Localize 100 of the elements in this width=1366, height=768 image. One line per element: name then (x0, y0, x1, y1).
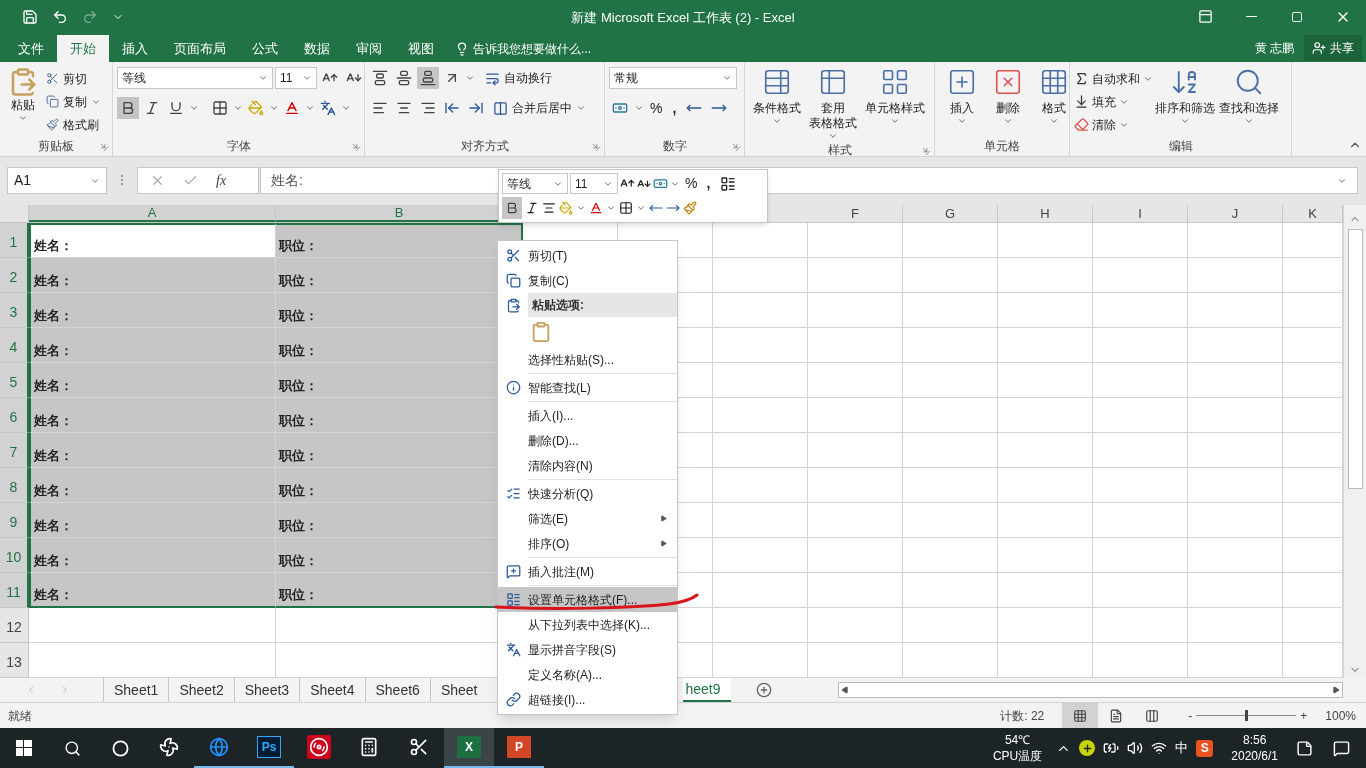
table-cell[interactable] (808, 398, 903, 433)
taskbar-app[interactable]: Ps (244, 728, 294, 768)
security-tray-icon[interactable] (1079, 740, 1096, 756)
table-cell[interactable] (1188, 538, 1283, 573)
row-header[interactable]: 13 (0, 643, 29, 678)
font-size-select[interactable]: 11 (570, 173, 618, 194)
undo-icon[interactable] (52, 8, 68, 25)
table-cell[interactable]: 姓名： (29, 293, 276, 328)
menu-item[interactable]: 定义名称(A)... (498, 662, 677, 687)
menu-item[interactable]: 显示拼音字段(S) (498, 637, 677, 662)
table-cell[interactable] (713, 398, 808, 433)
battery-icon[interactable] (1103, 740, 1120, 756)
clipboard-button[interactable]: 复制 (46, 91, 101, 112)
notes-icon[interactable] (1296, 739, 1313, 757)
view-button[interactable] (1062, 703, 1099, 728)
name-box[interactable]: A1 (7, 167, 107, 194)
table-cell[interactable]: 姓名： (29, 363, 276, 398)
table-cell[interactable] (998, 223, 1093, 258)
format-table-icon[interactable] (720, 175, 737, 192)
table-cell[interactable] (903, 223, 998, 258)
table-cell[interactable] (1188, 363, 1283, 398)
sheet-tab[interactable]: Sheet2 (168, 678, 234, 702)
table-cell[interactable] (713, 468, 808, 503)
table-cell[interactable] (998, 608, 1093, 643)
align-icon[interactable] (542, 201, 556, 215)
merge-center-button[interactable]: 合并后居中 (493, 97, 586, 119)
row-header[interactable]: 4 (0, 328, 29, 363)
table-cell[interactable] (903, 258, 998, 293)
column-header[interactable]: F (808, 205, 903, 222)
table-cell[interactable]: 职位： (276, 223, 523, 258)
table-cell[interactable]: 姓名： (29, 398, 276, 433)
table-cell[interactable] (713, 258, 808, 293)
taskbar-app[interactable]: X (444, 728, 494, 768)
table-cell[interactable] (808, 468, 903, 503)
table-cell[interactable] (808, 258, 903, 293)
table-cell[interactable] (998, 398, 1093, 433)
row-header[interactable]: 5 (0, 363, 29, 398)
row-header[interactable]: 6 (0, 398, 29, 433)
table-cell[interactable] (713, 293, 808, 328)
table-cell[interactable] (1093, 363, 1188, 398)
table-cell[interactable]: 姓名： (29, 538, 276, 573)
sheet-tab[interactable]: Sheet3 (233, 678, 300, 702)
table-cell[interactable] (713, 608, 808, 643)
table-cell[interactable] (903, 293, 998, 328)
clipboard-button[interactable]: 格式刷 (46, 114, 101, 135)
table-cell[interactable] (808, 433, 903, 468)
zoom-out-button[interactable]: - (1184, 706, 1197, 725)
table-cell[interactable] (1093, 258, 1188, 293)
ime-app-icon[interactable]: S (1196, 739, 1214, 757)
column-header[interactable]: I (1093, 205, 1188, 222)
table-cell[interactable] (903, 573, 998, 608)
sheet-tab[interactable]: heet9 (683, 678, 731, 702)
comma-button[interactable]: , (668, 97, 681, 119)
ribbon-tab[interactable]: 插入 (109, 35, 161, 62)
table-cell[interactable] (1093, 468, 1188, 503)
notification-icon[interactable] (1333, 739, 1350, 757)
currency-icon[interactable] (653, 176, 668, 191)
menu-item[interactable]: 从下拉列表中选择(K)... (498, 612, 677, 637)
table-cell[interactable] (903, 468, 998, 503)
save-icon[interactable] (22, 8, 38, 25)
menu-item[interactable]: 超链接(I)... (498, 687, 677, 712)
table-cell[interactable]: 姓名： (29, 328, 276, 363)
table-cell[interactable] (1188, 223, 1283, 258)
table-cell[interactable] (713, 433, 808, 468)
sheet-tab[interactable]: Sheet6 (364, 678, 430, 702)
table-cell[interactable] (808, 608, 903, 643)
zoom-thumb[interactable] (1245, 710, 1249, 721)
scrollbar-thumb[interactable] (1347, 229, 1363, 489)
format-painter-icon[interactable] (683, 201, 697, 215)
table-cell[interactable] (1188, 328, 1283, 363)
table-cell[interactable] (713, 573, 808, 608)
editing-button[interactable]: 查找和选择 (1217, 67, 1281, 126)
italic-icon[interactable] (525, 201, 539, 215)
table-cell[interactable] (808, 573, 903, 608)
table-cell[interactable] (1188, 573, 1283, 608)
column-header[interactable]: A (29, 205, 276, 222)
table-cell[interactable] (713, 328, 808, 363)
bold-button[interactable] (117, 97, 139, 119)
volume-icon[interactable] (1127, 740, 1144, 756)
row-header[interactable]: 9 (0, 503, 29, 538)
style-button[interactable]: 单元格样式 (861, 67, 929, 126)
horizontal-scrollbar[interactable] (838, 682, 1343, 698)
table-cell[interactable] (1188, 468, 1283, 503)
style-button[interactable]: 条件格式 (749, 67, 805, 126)
table-cell[interactable] (1093, 398, 1188, 433)
cancel-icon[interactable] (150, 173, 165, 188)
table-cell[interactable] (1188, 258, 1283, 293)
table-cell[interactable] (808, 223, 903, 258)
editing-button[interactable]: 排序和筛选 (1153, 67, 1217, 126)
sheet-tab[interactable]: Sheet4 (299, 678, 365, 702)
font-size-select[interactable]: 11 (275, 67, 317, 89)
ribbon-tab[interactable]: 审阅 (343, 35, 395, 62)
column-header[interactable]: J (1188, 205, 1283, 222)
comma-button[interactable]: , (702, 173, 715, 194)
row-header[interactable]: 7 (0, 433, 29, 468)
table-cell[interactable]: 姓名： (29, 573, 276, 608)
table-cell[interactable] (713, 363, 808, 398)
table-cell[interactable] (713, 538, 808, 573)
table-cell[interactable] (1093, 608, 1188, 643)
table-cell[interactable] (998, 363, 1093, 398)
